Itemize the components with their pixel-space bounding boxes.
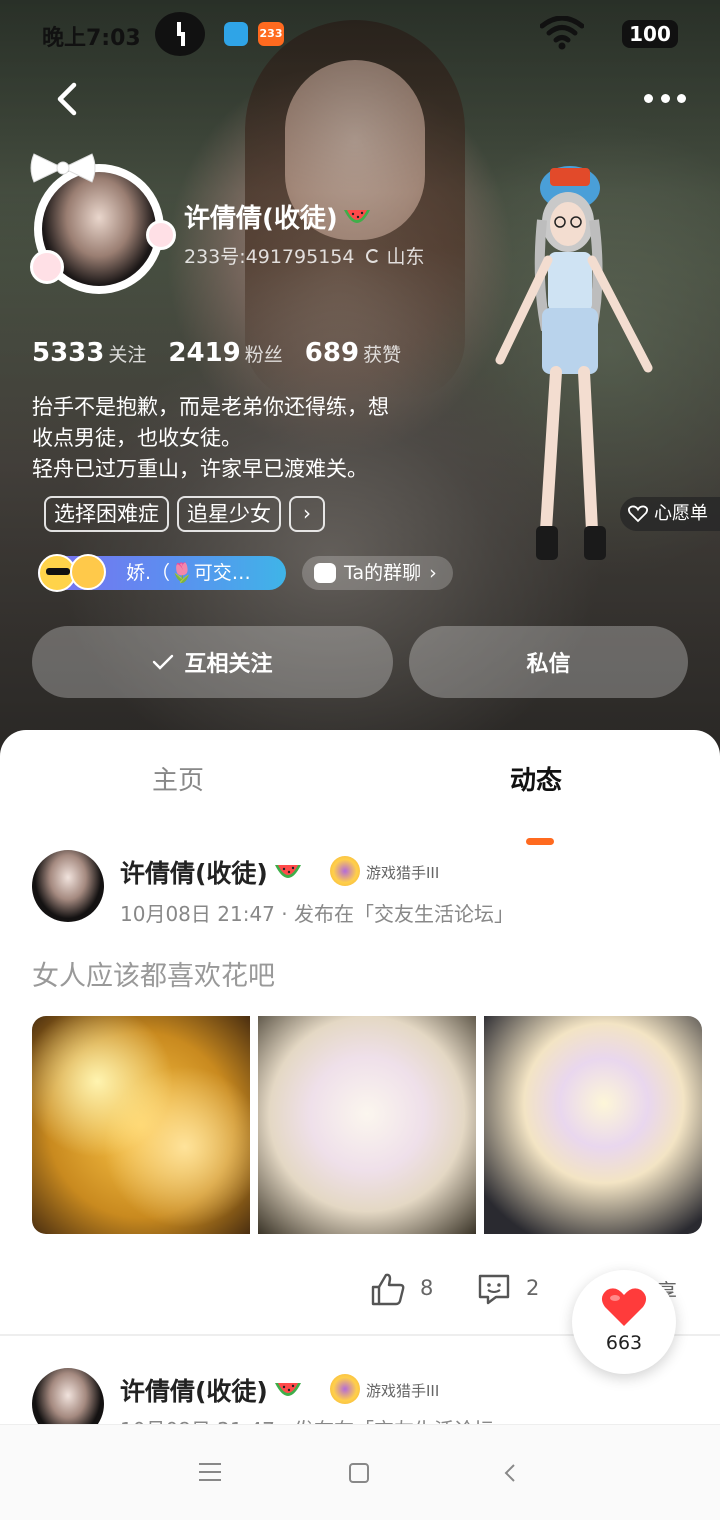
floating-like-button[interactable]: 663 (572, 1270, 676, 1374)
post-author-avatar[interactable] (32, 850, 104, 922)
more-options-icon[interactable] (644, 94, 686, 104)
tag-chip[interactable]: 选择困难症 (44, 496, 169, 532)
group-badge[interactable]: 娇.（🌷可交… (38, 554, 286, 592)
heart-outline-icon (628, 505, 648, 523)
profile-action-buttons: 互相关注 私信 (32, 626, 688, 698)
post-title: 女人应该都喜欢花吧 (32, 961, 275, 992)
private-message-button[interactable]: 私信 (409, 626, 688, 698)
profile-avatar[interactable] (28, 150, 178, 300)
watermelon-icon (274, 865, 301, 878)
post-meta: 10月08日 21:47 · 发布在「交友生活论坛」 (120, 902, 514, 926)
game-hunter-medal-icon (330, 856, 360, 886)
app-233-icon: 233 (258, 22, 284, 46)
paw-decoration-icon (146, 220, 176, 250)
group-chat-button[interactable]: Ta的群聊 › (302, 556, 453, 590)
home-icon[interactable] (349, 1463, 369, 1483)
thumbs-up-icon[interactable] (370, 1272, 406, 1306)
profile-tabs: 主页 动态 (0, 756, 720, 845)
tab-home[interactable]: 主页 (152, 760, 204, 797)
floating-like-count: 663 (605, 1332, 643, 1354)
like-count: 8 (420, 1276, 434, 1300)
post-photo-grid (32, 1016, 702, 1234)
watermelon-icon (274, 1383, 301, 1396)
profile-stats: 5333 关注 2419 粉丝 689 获赞 (32, 338, 401, 368)
post-photo[interactable] (484, 1016, 702, 1234)
profile-id-row: 233号:491795154 山东 (184, 242, 424, 269)
stat-fans[interactable]: 2419 粉丝 (168, 338, 282, 368)
profile-uid: 233号:491795154 (184, 246, 355, 268)
smile-emoji-icon (70, 554, 106, 590)
wifi-icon (540, 16, 584, 50)
system-nav-bar (0, 1424, 720, 1520)
location-icon (366, 248, 381, 263)
profile-bio: 抬手不是抱歉，而是老弟你还得练，想 收点男徒，也收女徒。 轻舟已过万重山，许家早… (32, 395, 389, 481)
mutual-follow-button[interactable]: 互相关注 (32, 626, 393, 698)
profile-badges: 娇.（🌷可交… Ta的群聊 › (38, 554, 453, 592)
comment-count: 2 (526, 1276, 540, 1300)
nav-back-icon[interactable] (502, 1463, 518, 1483)
status-bar: 晚上7:03 233 100 (0, 0, 720, 70)
profile-location: 山东 (386, 246, 425, 268)
post-author-name[interactable]: 许倩倩(收徒) (120, 854, 304, 890)
recent-apps-icon[interactable] (199, 1463, 221, 1481)
profile-tags: 选择困难症 追星少女 › (44, 496, 325, 532)
post-photo[interactable] (258, 1016, 476, 1234)
stat-likes[interactable]: 689 获赞 (305, 338, 401, 368)
comment-icon[interactable] (476, 1272, 512, 1306)
bow-decoration-icon (30, 153, 96, 183)
checkmark-icon (153, 654, 174, 670)
tag-chip[interactable]: 追星少女 (177, 496, 281, 532)
tab-feed[interactable]: 动态 (510, 760, 562, 797)
medal-label: 游戏猎手III (366, 1382, 440, 1400)
post-photo[interactable] (32, 1016, 250, 1234)
game-hunter-medal-icon (330, 1374, 360, 1404)
back-arrow-icon[interactable] (52, 82, 82, 116)
wishlist-button[interactable]: 心愿单 (620, 497, 720, 531)
stat-following[interactable]: 5333 关注 (32, 338, 146, 368)
post-author-name[interactable]: 许倩倩(收徒) (120, 1372, 304, 1408)
watermelon-icon (343, 209, 370, 223)
heart-icon (601, 1288, 647, 1326)
status-time: 晚上7:03 (42, 26, 141, 51)
chevron-right-icon: › (429, 562, 437, 584)
weather-app-icon (224, 22, 248, 46)
battery-indicator: 100 (622, 20, 678, 48)
active-tab-indicator (526, 838, 554, 845)
medal-label: 游戏猎手III (366, 864, 440, 882)
chat-bubble-icon (314, 563, 336, 583)
alarm-icon (155, 12, 205, 56)
tags-expand-chevron-icon[interactable]: › (289, 496, 325, 532)
profile-name: 许倩倩(收徒) (184, 198, 372, 235)
paw-decoration-icon (30, 250, 64, 284)
